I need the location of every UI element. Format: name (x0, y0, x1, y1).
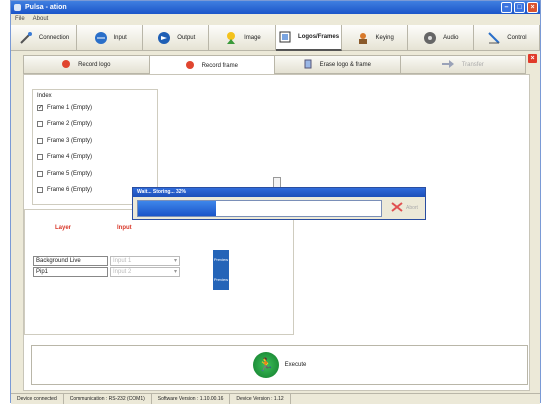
checkbox[interactable] (37, 121, 43, 127)
checkbox[interactable] (37, 138, 43, 144)
progress-bar (137, 200, 382, 217)
input-icon (93, 30, 109, 46)
checkbox[interactable] (37, 187, 43, 193)
menu-file[interactable]: File (15, 14, 25, 24)
frame-option-2[interactable]: Frame 2 (Empty) (37, 121, 92, 127)
checkbox[interactable]: ✓ (37, 105, 43, 111)
tab-erase-logo-frame[interactable]: Erase logo & frame (274, 55, 401, 74)
execute-button[interactable]: 🏃 (252, 352, 279, 378)
close-panel-button[interactable]: × (528, 54, 537, 63)
status-bar: Device connected Communication : RS-232 … (11, 393, 540, 404)
control-icon (486, 30, 502, 46)
record-frame-panel: Index ✓ Frame 1 (Empty) Frame 2 (Empty) F… (23, 74, 530, 391)
tab-image[interactable]: Image (209, 25, 276, 51)
layer-name: Pip1 (33, 267, 108, 277)
record-dot-icon (185, 61, 194, 71)
execute-label: Execute (284, 362, 307, 368)
app-icon (14, 4, 21, 11)
menu-bar: File About (11, 14, 540, 24)
frame-option-6[interactable]: Frame 6 (Empty) (37, 187, 92, 193)
output-icon (156, 30, 172, 46)
connection-icon (18, 30, 34, 46)
layer-row-background: Background Live Input 1 (33, 256, 193, 266)
window-title: Pulsa - ation (25, 4, 67, 11)
progress-dialog: Wait... Storing... 32% Abort (132, 187, 426, 220)
layer-header: Layer (55, 225, 72, 231)
checkbox[interactable] (37, 154, 43, 160)
frame-option-5[interactable]: Frame 5 (Empty) (37, 171, 92, 177)
keying-icon (355, 30, 371, 46)
tab-record-frame[interactable]: Record frame (148, 55, 275, 76)
logos-frames-icon (277, 29, 293, 45)
input-select[interactable]: Input 2 (110, 267, 180, 277)
erase-icon (304, 59, 312, 71)
index-label: Index (37, 93, 52, 99)
title-bar: Pulsa - ation – □ × (11, 1, 540, 14)
input-select[interactable]: Input 1 (110, 256, 180, 266)
tab-audio[interactable]: Audio (407, 25, 474, 51)
image-icon (223, 30, 239, 46)
menu-about[interactable]: About (33, 14, 49, 24)
tab-transfer[interactable]: Transfer (399, 55, 526, 74)
preview-button[interactable]: Preview (213, 270, 229, 290)
input-header: Input (117, 225, 132, 231)
sub-tabs: Record logo Record frame Erase logo & fr… (23, 55, 526, 76)
running-man-icon: 🏃 (257, 357, 274, 372)
tab-keying[interactable]: Keying (341, 25, 408, 51)
tab-connection[interactable]: Connection (11, 25, 78, 51)
tab-output[interactable]: Output (143, 25, 210, 51)
execute-bar: 🏃 Execute (31, 345, 528, 385)
layer-group: Layer Input Background Live Input 1 Pip1… (24, 209, 294, 335)
frame-option-3[interactable]: Frame 3 (Empty) (37, 138, 92, 144)
close-window-button[interactable]: × (527, 2, 538, 13)
abort-button[interactable]: Abort (391, 202, 418, 214)
audio-icon (422, 30, 438, 46)
transfer-arrow-icon (441, 59, 454, 70)
main-tabs: Connection Input Output Image Logos/Fram… (11, 25, 540, 51)
tab-record-logo[interactable]: Record logo (23, 55, 150, 74)
layer-row-pip1: Pip1 Input 2 (33, 267, 193, 277)
tab-input[interactable]: Input (77, 25, 144, 51)
progress-fill (138, 201, 216, 216)
layer-name: Background Live (33, 256, 108, 266)
tab-logos-frames[interactable]: Logos/Frames (275, 25, 342, 51)
preview-button[interactable]: Preview (213, 250, 229, 270)
minimize-button[interactable]: – (501, 2, 512, 13)
checkbox[interactable] (37, 171, 43, 177)
tab-control[interactable]: Control (473, 25, 540, 51)
frame-option-4[interactable]: Frame 4 (Empty) (37, 154, 92, 160)
frame-option-1[interactable]: ✓ Frame 1 (Empty) (37, 105, 92, 111)
red-x-icon (391, 202, 403, 214)
maximize-button[interactable]: □ (514, 2, 525, 13)
progress-title: Wait... Storing... 32% (133, 188, 425, 197)
record-dot-icon (62, 59, 71, 70)
